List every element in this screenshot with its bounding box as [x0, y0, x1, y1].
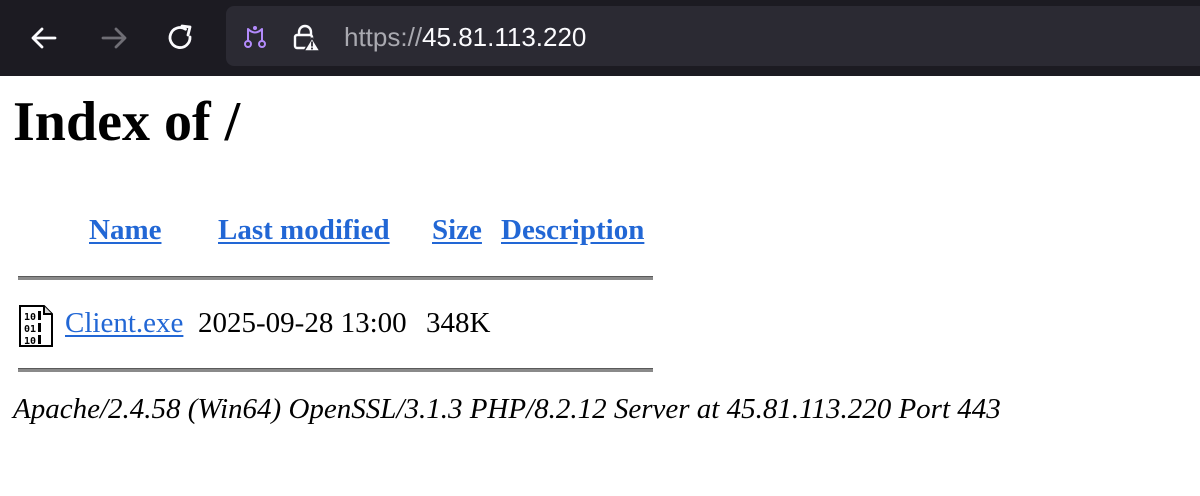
- permissions-icon: [244, 26, 266, 48]
- file-link[interactable]: Client.exe: [65, 305, 183, 341]
- url-host: 45.81.113.220: [422, 22, 587, 52]
- reload-icon: [168, 24, 192, 49]
- arrow-left-icon: [31, 27, 57, 49]
- file-last-modified: 2025-09-28 13:00: [198, 307, 407, 339]
- server-signature: Apache/2.4.58 (Win64) OpenSSL/3.1.3 PHP/…: [13, 393, 1001, 425]
- page-title: Index of /: [13, 91, 241, 153]
- horizontal-rule: [18, 368, 653, 372]
- svg-text:10: 10: [24, 336, 36, 347]
- permissions-button[interactable]: [242, 24, 268, 50]
- file-size: 348K: [426, 307, 491, 339]
- reload-button[interactable]: [163, 20, 199, 56]
- browser-toolbar: https://45.81.113.220: [0, 0, 1200, 76]
- back-button[interactable]: [26, 20, 62, 56]
- lock-warning-icon: [293, 24, 321, 52]
- svg-text:01: 01: [24, 324, 36, 335]
- url-scheme: https://: [344, 22, 423, 52]
- url-text[interactable]: https://45.81.113.220: [344, 21, 586, 53]
- column-header-description[interactable]: Description: [501, 212, 644, 248]
- arrow-right-icon: [101, 27, 127, 49]
- column-header-name[interactable]: Name: [89, 212, 161, 248]
- column-header-size[interactable]: Size: [432, 212, 482, 248]
- page-content: Index of / Name Last modified Size Descr…: [0, 76, 1200, 496]
- binary-file-icon: 10 01 10: [19, 305, 53, 347]
- column-header-last-modified[interactable]: Last modified: [218, 212, 390, 248]
- site-security-button[interactable]: [292, 24, 321, 52]
- url-bar[interactable]: https://45.81.113.220: [226, 6, 1200, 66]
- horizontal-rule: [18, 276, 653, 280]
- svg-text:10: 10: [24, 312, 36, 323]
- forward-button[interactable]: [96, 20, 132, 56]
